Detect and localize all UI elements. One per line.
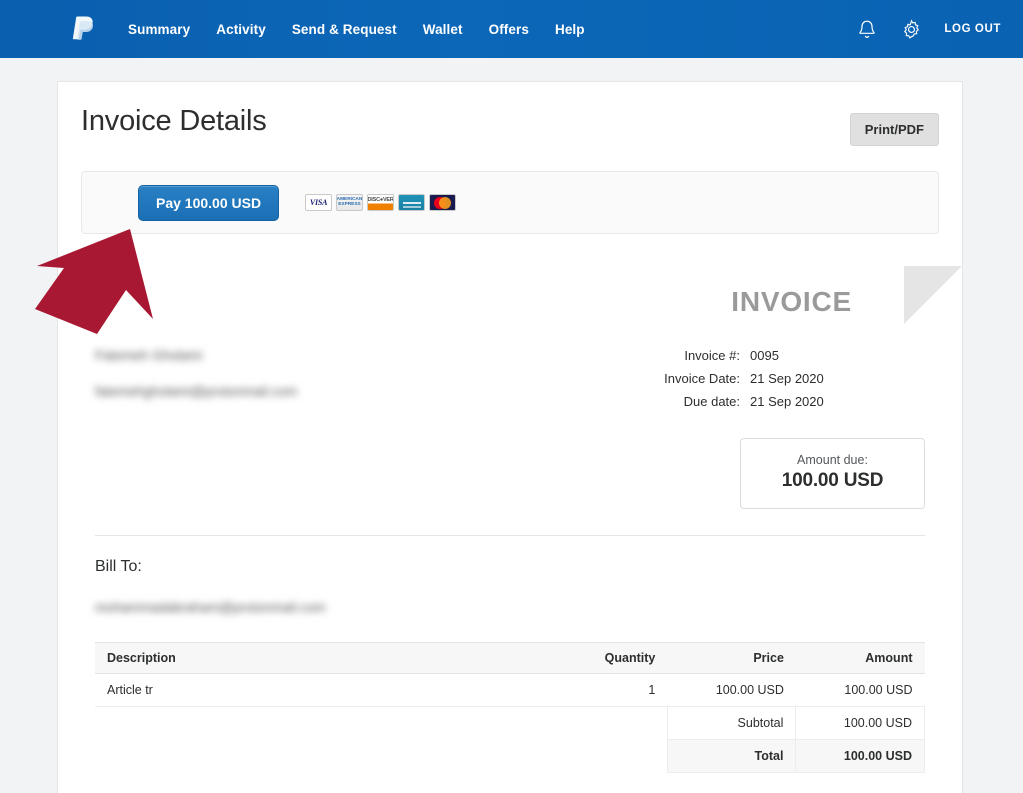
invoice-date-label: Invoice Date:	[664, 371, 740, 386]
invoice-date-value: 21 Sep 2020	[750, 371, 824, 386]
col-header-amount: Amount	[795, 642, 925, 674]
top-navigation-bar: Summary Activity Send & Request Wallet O…	[0, 0, 1023, 58]
nav-item-help[interactable]: Help	[555, 22, 585, 37]
total-spacer-2	[560, 740, 668, 773]
invoice-top-columns: Fatemeh Gholami fatemehgholami@protonmai…	[95, 344, 925, 509]
merchant-name-redacted: Fatemeh Gholami	[95, 348, 203, 363]
paypal-logo[interactable]	[70, 14, 96, 44]
table-header-row: Description Quantity Price Amount	[95, 642, 925, 674]
table-row: Article tr 1 100.00 USD 100.00 USD	[95, 673, 925, 707]
total-value: 100.00 USD	[795, 739, 925, 773]
subtotal-label: Subtotal	[666, 706, 796, 740]
bell-icon[interactable]	[856, 18, 878, 40]
col-header-quantity: Quantity	[559, 642, 668, 674]
bill-to-value-container: mohammadabraham@protonmail.com	[95, 600, 925, 615]
visa-card-icon: VISA	[305, 194, 333, 211]
print-pdf-button[interactable]: Print/PDF	[849, 113, 939, 146]
amount-due-label: Amount due:	[797, 453, 868, 467]
cell-description: Article tr	[95, 673, 560, 707]
bank-card-icon	[398, 194, 426, 211]
discover-card-icon: DISC●VER	[367, 194, 395, 211]
table-body: Article tr 1 100.00 USD 100.00 USD Subto…	[95, 673, 925, 773]
invoice-meta: Invoice #: 0095 Invoice Date: 21 Sep 202…	[505, 344, 925, 509]
cell-price: 100.00 USD	[667, 673, 796, 707]
amex-card-icon: AMERICAN EXPRESS	[336, 194, 364, 211]
invoice-details-card: Invoice Details Print/PDF Pay 100.00 USD…	[57, 81, 963, 793]
total-spacer	[95, 740, 560, 773]
logout-button[interactable]: LOG OUT	[944, 23, 1001, 35]
total-row: Total 100.00 USD	[95, 739, 925, 773]
nav-item-summary[interactable]: Summary	[128, 22, 190, 37]
invoice-heading: INVOICE	[731, 286, 852, 317]
page-content-wrapper: Invoice Details Print/PDF Pay 100.00 USD…	[0, 58, 1023, 793]
invoice-number-value: 0095	[750, 348, 779, 363]
card-header: Invoice Details Print/PDF	[81, 105, 939, 146]
accepted-card-logos: VISA AMERICAN EXPRESS DISC●VER	[305, 194, 457, 211]
amount-due-box: Amount due: 100.00 USD	[740, 438, 925, 509]
invoice-number-row: Invoice #: 0095	[505, 344, 925, 367]
subtotal-spacer-2	[560, 707, 668, 740]
section-divider	[95, 535, 925, 536]
payment-panel: Pay 100.00 USD VISA AMERICAN EXPRESS DISC…	[81, 171, 939, 234]
mastercard-card-icon	[429, 194, 457, 211]
total-label: Total	[666, 739, 796, 773]
pay-button[interactable]: Pay 100.00 USD	[138, 184, 280, 221]
cell-quantity: 1	[559, 673, 668, 707]
line-items-table: Description Quantity Price Amount Articl…	[95, 642, 925, 773]
cell-amount: 100.00 USD	[795, 673, 925, 707]
due-date-label: Due date:	[683, 394, 740, 409]
nav-item-offers[interactable]: Offers	[489, 22, 529, 37]
gear-icon[interactable]	[900, 18, 922, 40]
nav-item-activity[interactable]: Activity	[216, 22, 266, 37]
nav-item-wallet[interactable]: Wallet	[423, 22, 463, 37]
subtotal-value: 100.00 USD	[795, 706, 925, 740]
primary-nav-links: Summary Activity Send & Request Wallet O…	[128, 22, 585, 37]
bill-to-email-redacted: mohammadabraham@protonmail.com	[95, 600, 326, 615]
page-title: Invoice Details	[81, 105, 267, 137]
amount-due-value: 100.00 USD	[781, 470, 884, 491]
table-header: Description Quantity Price Amount	[95, 642, 925, 674]
col-header-description: Description	[95, 642, 560, 674]
merchant-info: Fatemeh Gholami fatemehgholami@protonmai…	[95, 344, 505, 509]
col-header-price: Price	[667, 642, 796, 674]
bill-to-label: Bill To:	[95, 558, 142, 575]
nav-right-group: LOG OUT	[856, 18, 1001, 40]
invoice-body: INVOICE Fatemeh Gholami fatemehgholami@p…	[81, 266, 962, 773]
subtotal-row: Subtotal 100.00 USD	[95, 706, 925, 740]
due-date-value: 21 Sep 2020	[750, 394, 824, 409]
due-date-row: Due date: 21 Sep 2020	[505, 390, 925, 413]
folded-corner-decoration	[904, 266, 962, 324]
merchant-email-redacted: fatemehgholami@protonmail.com	[95, 384, 298, 399]
nav-item-send-request[interactable]: Send & Request	[292, 22, 397, 37]
invoice-number-label: Invoice #:	[684, 348, 740, 363]
subtotal-spacer	[95, 707, 560, 740]
invoice-date-row: Invoice Date: 21 Sep 2020	[505, 367, 925, 390]
